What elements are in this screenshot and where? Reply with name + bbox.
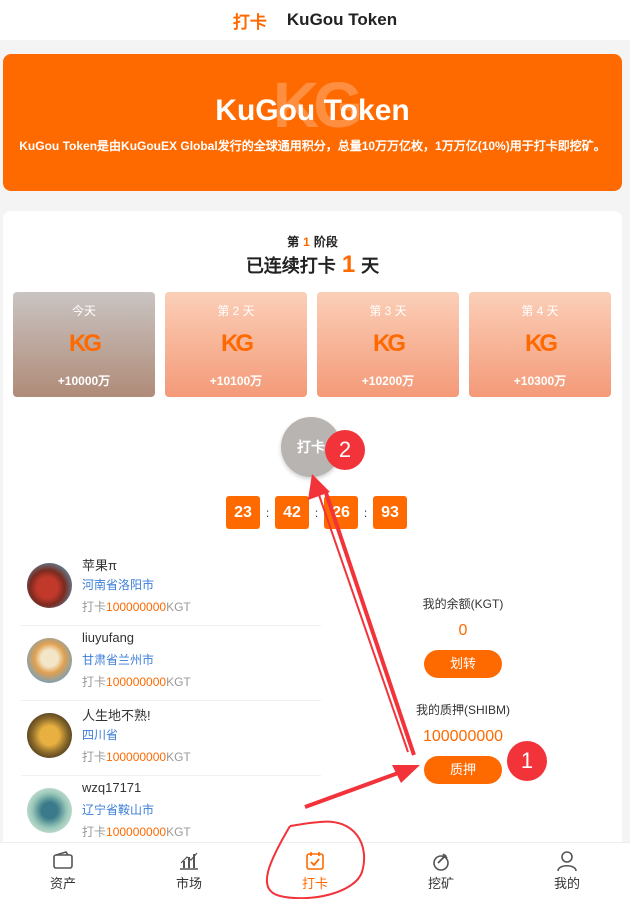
user-city: 四川省 — [82, 728, 119, 742]
stage-prefix: 第 — [287, 235, 300, 249]
transfer-button[interactable]: 划转 — [424, 650, 502, 678]
user-name: wzq17171 — [82, 780, 142, 795]
stage-indicator: 第 1 阶段 — [3, 233, 622, 250]
checkin-unit: KGT — [166, 750, 191, 764]
balance-panel: 我的余额(KGT) 0 划转 — [363, 595, 563, 678]
day-label: 第 2 天 — [217, 304, 255, 318]
nav-profile[interactable]: 我的 — [504, 843, 630, 899]
streak-counter: 已连续打卡 1 天 — [3, 251, 622, 279]
checkin-amount: 100000000 — [106, 750, 167, 764]
nav-mining[interactable]: 挖矿 — [378, 843, 504, 899]
streak-number: 1 — [341, 251, 356, 278]
day-label: 今天 — [71, 304, 96, 318]
banner-title: KuGou Token — [215, 94, 410, 127]
banner-description: KuGou Token是由KuGouEX Global发行的全球通用积分，总量1… — [19, 139, 606, 153]
user-checkin: 打卡100000000KGT — [82, 823, 191, 840]
user-name: 苹果π — [82, 558, 117, 573]
kg-logo-icon: KG — [69, 330, 102, 357]
countdown-hours: 23 — [226, 496, 260, 529]
kg-logo-icon: KG — [373, 330, 406, 357]
day-amount: +10100万 — [209, 374, 263, 388]
kg-logo-icon: KG — [221, 330, 254, 357]
pledge-button[interactable]: 质押 — [424, 756, 502, 784]
checkin-user-list: 苹果π 河南省洛阳市 打卡100000000KGT liuyufang 甘肃省兰… — [21, 551, 321, 851]
annotation-badge-2: 2 — [325, 430, 365, 470]
day-amount: +10200万 — [361, 374, 415, 388]
day-card-today: 今天 KG +10000万 — [13, 292, 155, 397]
day-amount: +10000万 — [57, 374, 111, 388]
kg-logo-icon: KG — [525, 330, 558, 357]
balance-value: 0 — [458, 622, 468, 639]
countdown-separator: : — [314, 505, 319, 520]
day-card-3: 第 3 天 KG +10200万 — [317, 292, 459, 397]
checkin-amount: 100000000 — [106, 675, 167, 689]
tab-checkin[interactable]: 打卡 — [233, 8, 267, 33]
day-label: 第 3 天 — [369, 304, 407, 318]
streak-suffix: 天 — [361, 256, 380, 276]
day-rewards: 今天 KG +10000万 第 2 天 KG +10100万 第 3 天 KG … — [13, 292, 611, 397]
user-city: 辽宁省鞍山市 — [82, 803, 155, 817]
list-item: 苹果π 河南省洛阳市 打卡100000000KGT — [21, 551, 321, 626]
avatar — [27, 713, 72, 758]
user-name: 人生地不熟! — [82, 708, 151, 723]
annotation-badge-1: 1 — [507, 741, 547, 781]
list-item: wzq17171 辽宁省鞍山市 打卡100000000KGT — [21, 776, 321, 851]
tab-kugou-token[interactable]: KuGou Token — [287, 10, 397, 30]
stage-suffix: 阶段 — [313, 235, 338, 249]
bottom-nav: 资产 市场 打卡 挖矿 我的 — [0, 842, 630, 899]
user-city: 甘肃省兰州市 — [82, 653, 155, 667]
countdown-timer: 23 : 42 : 26 : 93 — [226, 496, 407, 529]
countdown-separator: : — [363, 505, 368, 520]
user-checkin: 打卡100000000KGT — [82, 598, 191, 615]
streak-prefix: 已连续打卡 — [245, 256, 336, 276]
checkin-prefix: 打卡 — [82, 825, 107, 839]
avatar — [27, 638, 72, 683]
checkin-unit: KGT — [166, 825, 191, 839]
nav-checkin[interactable]: 打卡 — [252, 843, 378, 899]
checkin-prefix: 打卡 — [82, 750, 107, 764]
user-checkin: 打卡100000000KGT — [82, 673, 191, 690]
top-tabs: 打卡 KuGou Token — [0, 0, 630, 40]
list-item: 人生地不熟! 四川省 打卡100000000KGT — [21, 701, 321, 776]
day-card-4: 第 4 天 KG +10300万 — [469, 292, 611, 397]
checkin-unit: KGT — [166, 600, 191, 614]
mining-icon — [433, 853, 449, 871]
avatar — [27, 788, 72, 833]
person-icon — [557, 851, 577, 871]
balance-label: 我的余额(KGT) — [422, 597, 504, 611]
calendar-check-icon — [306, 852, 324, 870]
checkin-prefix: 打卡 — [82, 675, 107, 689]
pledge-label: 我的质押(SHIBM) — [416, 703, 510, 717]
day-label: 第 4 天 — [521, 304, 559, 318]
token-banner: KG KuGou Token KuGou Token是由KuGouEX Glob… — [3, 54, 622, 191]
nav-label: 我的 — [553, 876, 580, 891]
chart-icon — [180, 852, 198, 870]
user-checkin: 打卡100000000KGT — [82, 748, 191, 765]
user-name: liuyufang — [82, 630, 135, 645]
countdown-centis: 93 — [373, 496, 407, 529]
wallet-icon — [53, 851, 73, 869]
countdown-separator: : — [265, 505, 270, 520]
list-item: liuyufang 甘肃省兰州市 打卡100000000KGT — [21, 626, 321, 701]
checkin-unit: KGT — [166, 675, 191, 689]
nav-assets[interactable]: 资产 — [0, 843, 126, 899]
nav-label: 打卡 — [301, 876, 328, 891]
checkin-amount: 100000000 — [106, 600, 167, 614]
checkin-prefix: 打卡 — [82, 600, 107, 614]
stage-number: 1 — [303, 235, 310, 249]
countdown-minutes: 42 — [275, 496, 309, 529]
nav-label: 资产 — [49, 876, 76, 891]
avatar — [27, 563, 72, 608]
day-card-2: 第 2 天 KG +10100万 — [165, 292, 307, 397]
nav-label: 挖矿 — [427, 876, 454, 891]
nav-market[interactable]: 市场 — [126, 843, 252, 899]
user-city: 河南省洛阳市 — [82, 578, 155, 592]
checkin-amount: 100000000 — [106, 825, 167, 839]
nav-label: 市场 — [175, 876, 202, 891]
day-amount: +10300万 — [513, 374, 567, 388]
countdown-seconds: 26 — [324, 496, 358, 529]
